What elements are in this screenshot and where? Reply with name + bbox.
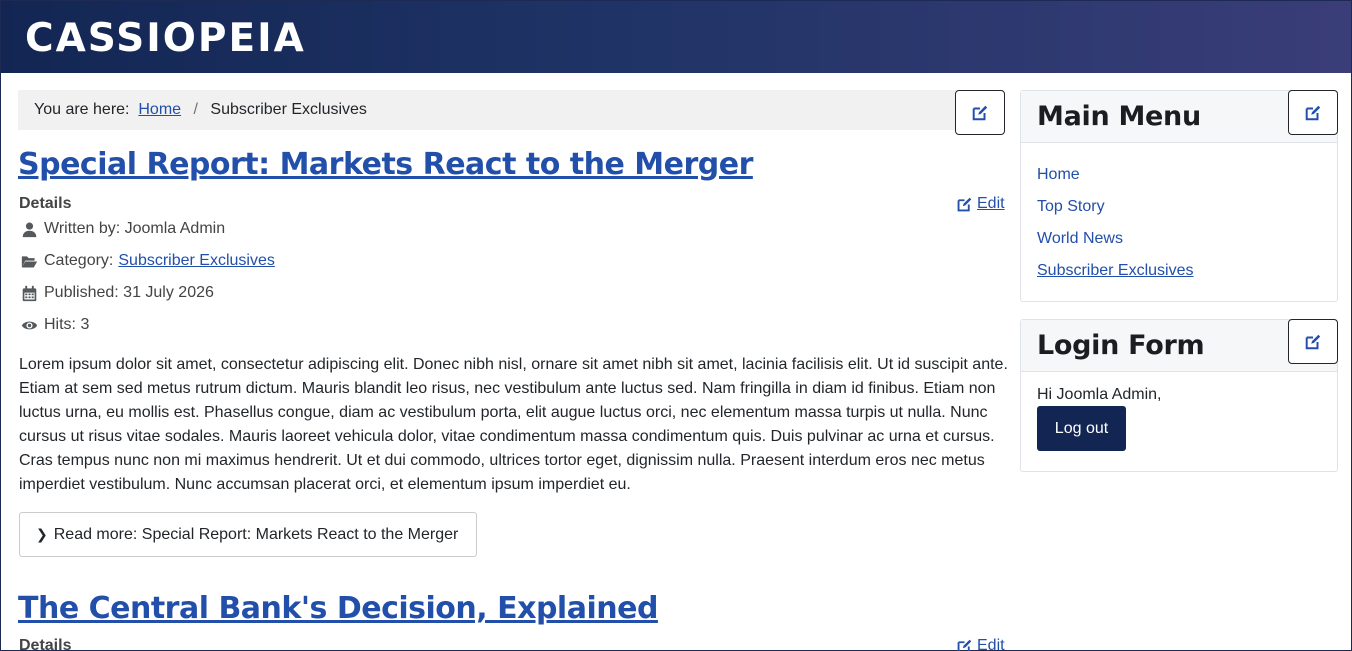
- site-brand[interactable]: CASSIOPEIA: [25, 17, 306, 61]
- chevron-right-icon: ❯: [36, 526, 48, 543]
- eye-icon: [20, 316, 38, 334]
- calendar-icon: [20, 284, 38, 302]
- breadcrumb-home-link[interactable]: Home: [138, 101, 181, 118]
- details-label: Details: [19, 637, 72, 651]
- edit-icon: [957, 197, 972, 211]
- login-form-edit-button[interactable]: [1288, 319, 1338, 364]
- article-hits: Hits: 3: [20, 314, 89, 336]
- menu-link[interactable]: Top Story: [1037, 198, 1105, 215]
- edit-icon: [1305, 334, 1321, 349]
- edit-icon: [972, 105, 988, 120]
- menu-link[interactable]: World News: [1037, 230, 1123, 247]
- site-header: CASSIOPEIA: [1, 1, 1351, 73]
- category-prefix: Category:: [44, 252, 114, 269]
- breadcrumb-prefix: You are here:: [34, 101, 130, 118]
- article-title[interactable]: Special Report: Markets React to the Mer…: [18, 146, 753, 184]
- hits-text: Hits: 3: [44, 316, 90, 333]
- login-form-body: Hi Joomla Admin, Log out: [1021, 372, 1337, 467]
- author-text: Written by: Joomla Admin: [44, 220, 226, 237]
- article-author: Written by: Joomla Admin: [20, 218, 225, 240]
- article-published: Published: 31 July 2026: [20, 282, 214, 304]
- menu-link[interactable]: Home: [1037, 166, 1080, 183]
- main-menu-list: Home Top Story World News Subscriber Exc…: [1021, 143, 1337, 301]
- article-edit-link[interactable]: Edit: [956, 637, 1005, 651]
- breadcrumb-current: Subscriber Exclusives: [210, 101, 367, 118]
- read-more-button[interactable]: ❯ Read more: Special Report: Markets Rea…: [19, 512, 477, 557]
- edit-label: Edit: [977, 195, 1005, 212]
- breadcrumb: You are here: Home / Subscriber Exclusiv…: [18, 90, 1004, 130]
- edit-icon: [957, 639, 972, 651]
- menu-link[interactable]: Subscriber Exclusives: [1037, 262, 1194, 279]
- read-more-label: Read more: Special Report: Markets React…: [53, 525, 459, 543]
- edit-icon: [1305, 105, 1321, 120]
- menu-item-top-story: Top Story: [1037, 195, 1321, 227]
- folder-open-icon: [20, 252, 38, 270]
- breadcrumb-edit-button[interactable]: [955, 90, 1005, 135]
- article-edit-link[interactable]: Edit: [956, 195, 1005, 213]
- login-greeting: Hi Joomla Admin,: [1037, 386, 1162, 403]
- category-link[interactable]: Subscriber Exclusives: [118, 252, 275, 270]
- menu-item-home: Home: [1037, 163, 1321, 195]
- article-title[interactable]: The Central Bank's Decision, Explained: [18, 590, 658, 628]
- details-label: Details: [19, 195, 72, 212]
- breadcrumb-separator: /: [193, 101, 198, 118]
- user-icon: [20, 220, 38, 238]
- main-menu-title: Main Menu: [1037, 101, 1201, 132]
- logout-button[interactable]: Log out: [1037, 406, 1126, 451]
- login-form-title: Login Form: [1037, 330, 1205, 361]
- main-menu-edit-button[interactable]: [1288, 90, 1338, 135]
- menu-item-world-news: World News: [1037, 227, 1321, 259]
- article-category: Category: Subscriber Exclusives: [20, 250, 275, 272]
- edit-label: Edit: [977, 637, 1005, 651]
- published-text: Published: 31 July 2026: [44, 284, 214, 301]
- menu-item-subscriber-exclusives: Subscriber Exclusives: [1037, 259, 1321, 291]
- article-body: Lorem ipsum dolor sit amet, consectetur …: [19, 356, 1008, 493]
